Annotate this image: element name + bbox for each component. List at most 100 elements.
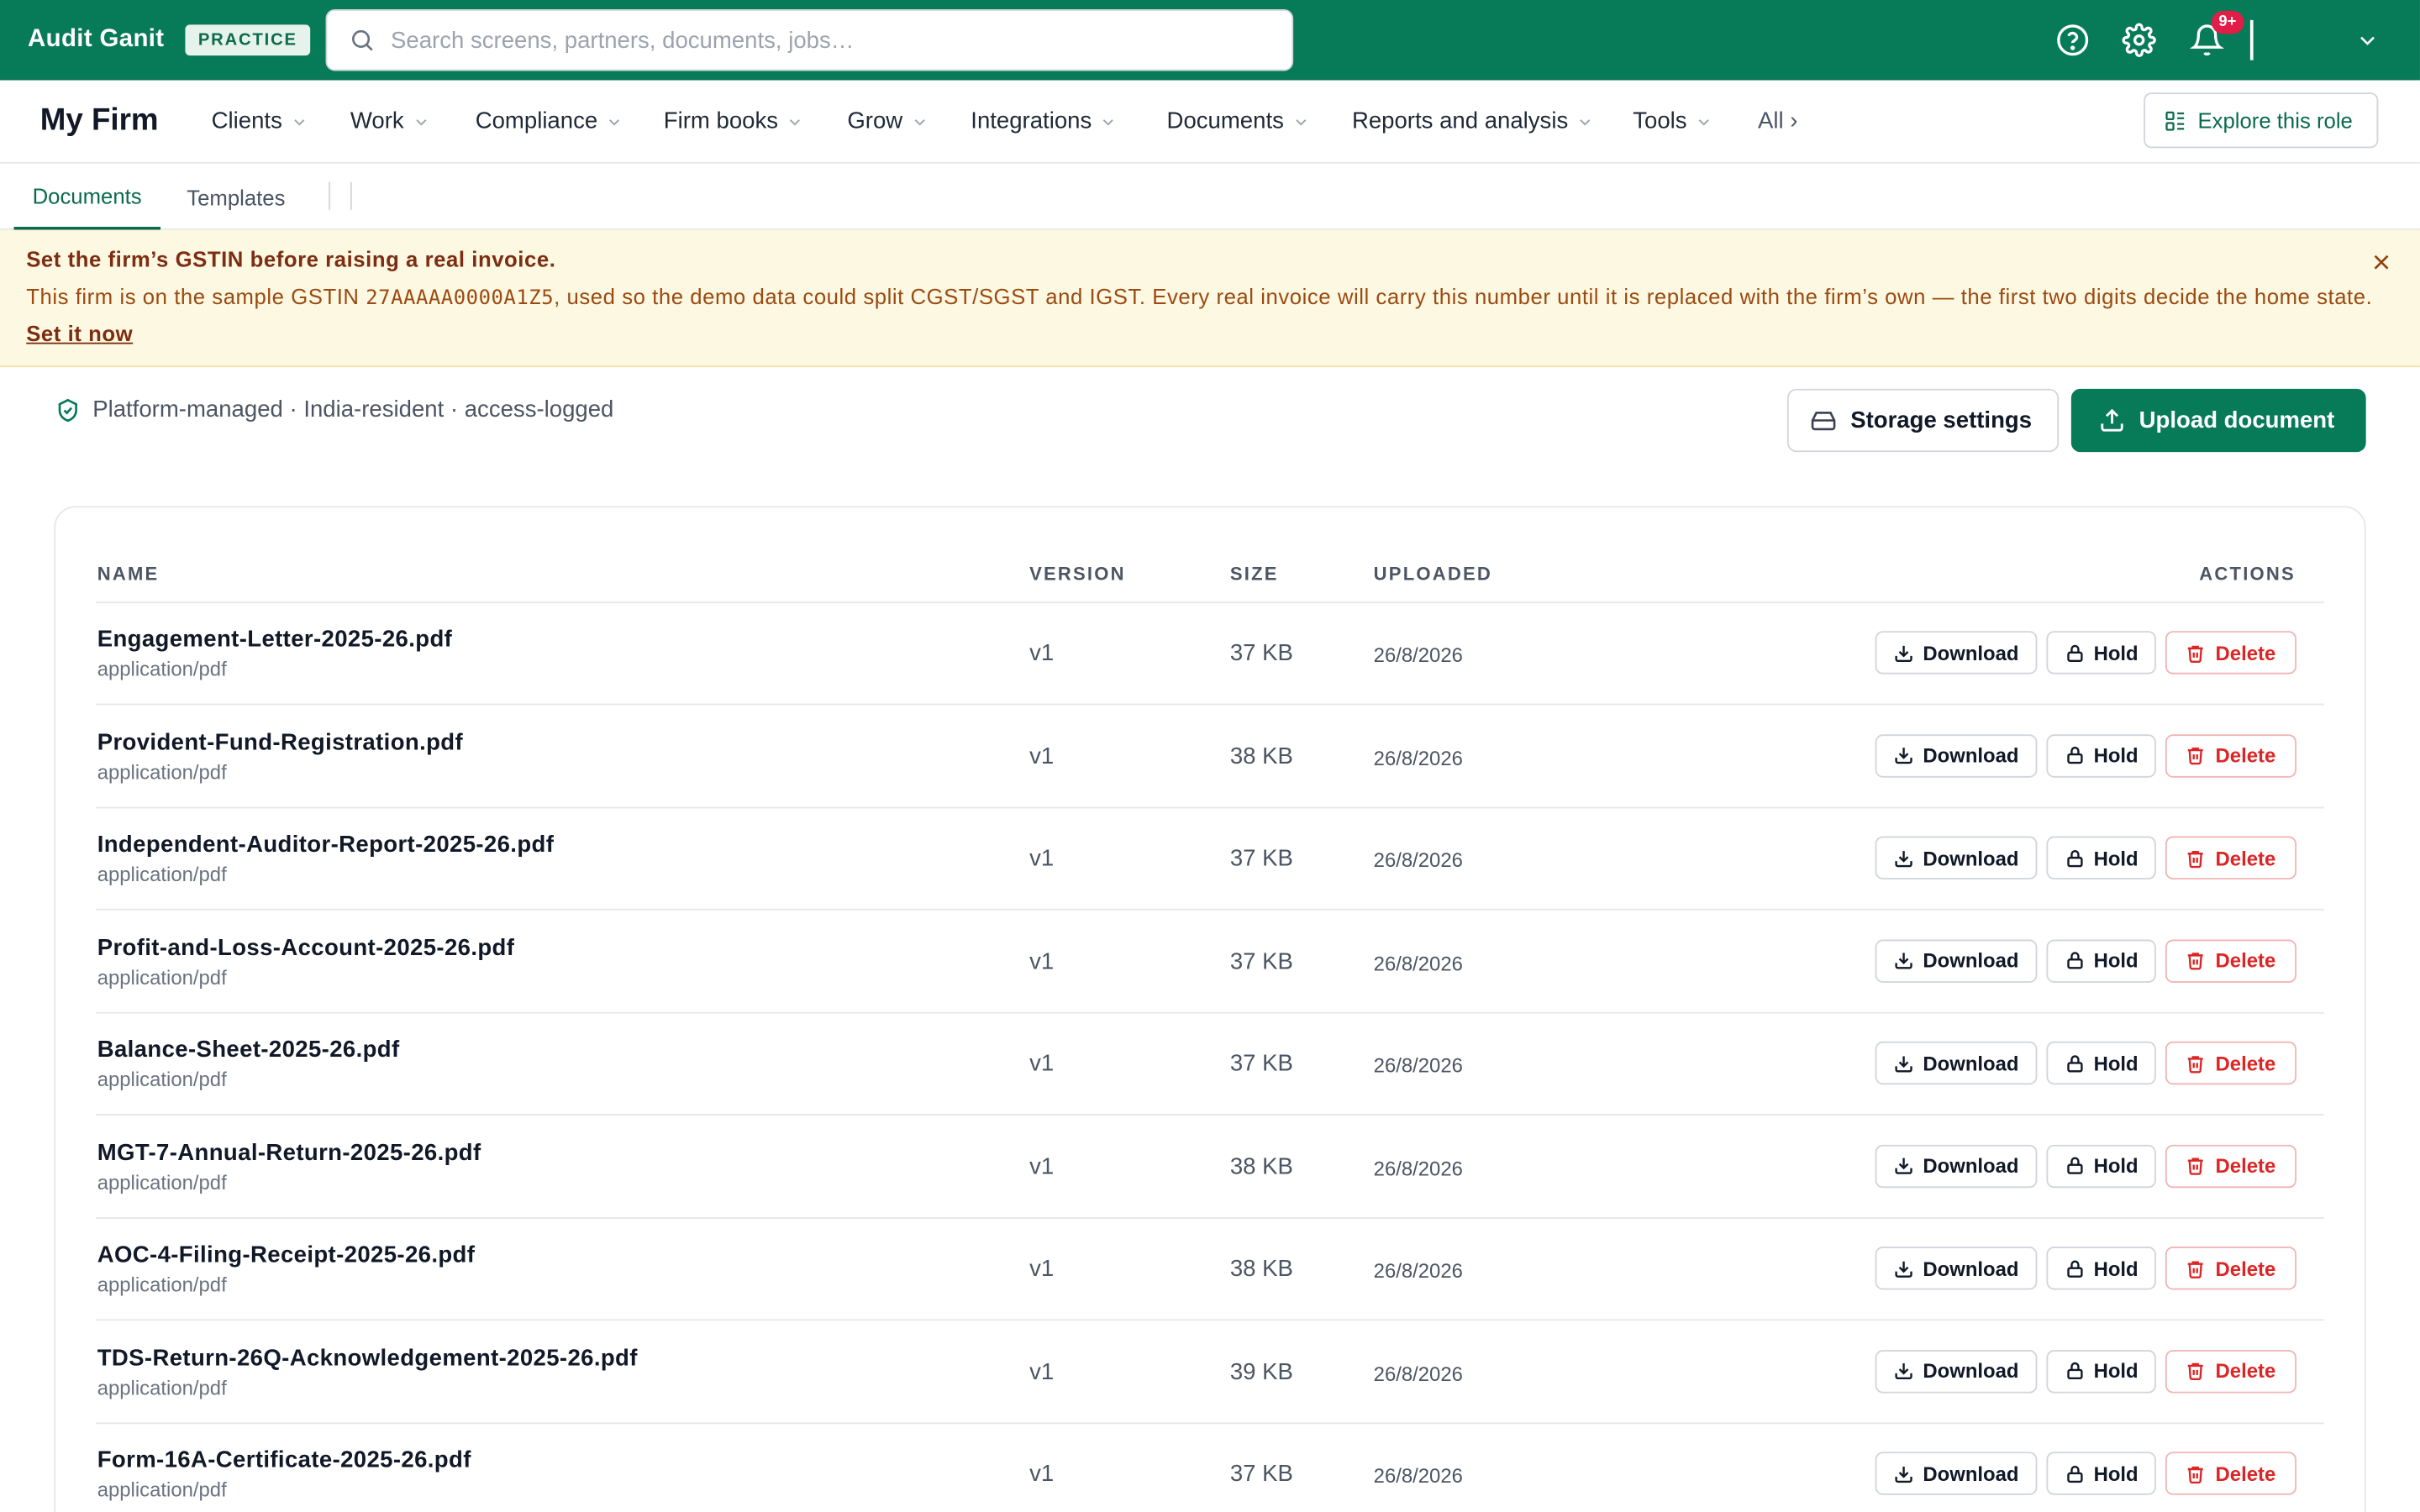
hold-button[interactable]: Hold	[2046, 733, 2156, 777]
upload-document-button[interactable]: Upload document	[2070, 388, 2366, 453]
gear-icon[interactable]	[2121, 22, 2158, 59]
set-gstin-link[interactable]: Set it now	[26, 321, 133, 345]
download-button[interactable]: Download	[1875, 1143, 2038, 1188]
table-row[interactable]: Form-16A-Certificate-2025-26.pdf applica…	[96, 1424, 2324, 1512]
hold-button[interactable]: Hold	[2046, 1349, 2156, 1393]
nav-compliance[interactable]: Compliance	[476, 108, 623, 134]
file-name[interactable]: Balance-Sheet-2025-26.pdf	[97, 1037, 400, 1063]
file-size: 37 KB	[1229, 948, 1293, 974]
table-row[interactable]: MGT-7-Annual-Return-2025-26.pdf applicat…	[95, 1116, 2325, 1219]
table-row[interactable]: Engagement-Letter-2025-26.pdf applicatio…	[95, 603, 2325, 706]
trash-icon	[2188, 747, 2204, 765]
storage-settings-button[interactable]: Storage settings	[1786, 388, 2060, 453]
table-row[interactable]: AOC-4-Filing-Receipt-2025-26.pdf applica…	[95, 1219, 2325, 1321]
delete-button[interactable]: Delete	[2165, 836, 2297, 879]
file-uploaded-date: 26/8/2026	[1373, 1156, 1463, 1180]
brand-logo[interactable]: Audit Ganit	[28, 26, 164, 54]
global-search[interactable]	[325, 9, 1294, 71]
file-size: 38 KB	[1229, 743, 1293, 769]
table-row[interactable]: TDS-Return-26Q-Acknowledgement-2025-26.p…	[95, 1321, 2325, 1424]
chevron-down-icon	[790, 118, 801, 125]
delete-button[interactable]: Delete	[2165, 1247, 2297, 1290]
download-label: Download	[1923, 641, 2019, 664]
table-row[interactable]: Independent-Auditor-Report-2025-26.pdf a…	[95, 808, 2325, 911]
firm-title[interactable]: My Firm	[40, 103, 159, 139]
delete-button[interactable]: Delete	[2165, 631, 2297, 675]
file-name-cell: Balance-Sheet-2025-26.pdf application/pd…	[97, 1037, 400, 1090]
nav-all[interactable]: All ›	[1758, 108, 1797, 134]
delete-button[interactable]: Delete	[2165, 1041, 2297, 1085]
table-row[interactable]: Balance-Sheet-2025-26.pdf application/pd…	[95, 1014, 2325, 1116]
download-icon	[1895, 1158, 1912, 1174]
file-name[interactable]: MGT-7-Annual-Return-2025-26.pdf	[97, 1139, 481, 1165]
explore-role-button[interactable]: Explore this role	[2144, 92, 2379, 149]
file-name[interactable]: Profit-and-Loss-Account-2025-26.pdf	[97, 934, 515, 960]
file-name[interactable]: TDS-Return-26Q-Acknowledgement-2025-26.p…	[97, 1345, 638, 1371]
file-size: 38 KB	[1229, 1256, 1293, 1283]
chevron-down-icon[interactable]	[2349, 22, 2386, 59]
table-row[interactable]: Provident-Fund-Registration.pdf applicat…	[95, 706, 2325, 808]
delete-button[interactable]: Delete	[2165, 938, 2297, 983]
search-icon	[352, 29, 373, 51]
table-row[interactable]: Profit-and-Loss-Account-2025-26.pdf appl…	[95, 911, 2325, 1013]
hold-button[interactable]: Hold	[2046, 1247, 2156, 1290]
hold-button[interactable]: Hold	[2046, 836, 2156, 879]
delete-button[interactable]: Delete	[2165, 1349, 2297, 1393]
header-size[interactable]: SIZE	[1230, 563, 1279, 585]
download-button[interactable]: Download	[1875, 733, 2038, 777]
nav-reports-and-analysis[interactable]: Reports and analysis	[1352, 108, 1593, 134]
file-name[interactable]: Independent-Auditor-Report-2025-26.pdf	[97, 832, 555, 858]
hold-button[interactable]: Hold	[2046, 1452, 2156, 1495]
header-version[interactable]: VERSION	[1029, 563, 1126, 585]
download-button[interactable]: Download	[1875, 631, 2038, 675]
nav-firm-books[interactable]: Firm books	[664, 108, 803, 134]
download-button[interactable]: Download	[1875, 1247, 2038, 1290]
tab-documents[interactable]: Documents	[13, 164, 160, 230]
close-icon[interactable]	[2370, 251, 2392, 273]
download-button[interactable]: Download	[1875, 1349, 2038, 1393]
upload-icon	[2101, 408, 2123, 432]
file-name-cell: Profit-and-Loss-Account-2025-26.pdf appl…	[97, 934, 515, 988]
delete-button[interactable]: Delete	[2165, 1143, 2297, 1188]
nav-integrations[interactable]: Integrations	[971, 108, 1116, 134]
download-label: Download	[1923, 1462, 2019, 1485]
file-version: v1	[1029, 845, 1055, 872]
nav-work[interactable]: Work	[350, 108, 429, 134]
header-name[interactable]: NAME	[97, 563, 160, 585]
delete-button[interactable]: Delete	[2165, 733, 2297, 777]
hold-button[interactable]: Hold	[2046, 1041, 2156, 1085]
file-name-cell: Engagement-Letter-2025-26.pdf applicatio…	[97, 627, 452, 680]
file-name[interactable]: AOC-4-Filing-Receipt-2025-26.pdf	[97, 1242, 476, 1268]
file-uploaded-date: 26/8/2026	[1373, 1258, 1463, 1283]
bell-icon[interactable]: 9+	[2188, 10, 2244, 59]
file-uploaded-date: 26/8/2026	[1373, 1361, 1463, 1385]
file-name[interactable]: Form-16A-Certificate-2025-26.pdf	[97, 1447, 471, 1473]
lock-icon	[2066, 1054, 2082, 1072]
hold-button[interactable]: Hold	[2046, 1143, 2156, 1188]
file-name[interactable]: Provident-Fund-Registration.pdf	[97, 729, 463, 755]
file-type: application/pdf	[97, 759, 227, 784]
file-name-cell: Provident-Fund-Registration.pdf applicat…	[97, 729, 463, 783]
download-icon	[1895, 644, 1912, 662]
nav-tools[interactable]: Tools	[1633, 108, 1712, 134]
file-name[interactable]: Engagement-Letter-2025-26.pdf	[97, 627, 452, 653]
header-uploaded[interactable]: UPLOADED	[1374, 563, 1492, 585]
tab-divider	[350, 181, 352, 210]
delete-button[interactable]: Delete	[2165, 1452, 2297, 1495]
hold-button[interactable]: Hold	[2046, 631, 2156, 675]
hold-button[interactable]: Hold	[2046, 938, 2156, 983]
search-input[interactable]	[391, 27, 1270, 54]
download-label: Download	[1923, 846, 2019, 869]
download-button[interactable]: Download	[1875, 938, 2038, 983]
download-button[interactable]: Download	[1875, 1452, 2038, 1495]
download-button[interactable]: Download	[1875, 836, 2038, 879]
download-button[interactable]: Download	[1875, 1041, 2038, 1085]
lock-icon	[2066, 1464, 2082, 1483]
nav-documents[interactable]: Documents	[1167, 108, 1309, 134]
nav-grow[interactable]: Grow	[847, 108, 927, 134]
nav-label: Tools	[1633, 108, 1687, 134]
nav-clients[interactable]: Clients	[212, 108, 308, 134]
tab-templates[interactable]: Templates	[168, 164, 303, 230]
help-icon[interactable]	[2054, 22, 2091, 59]
banner-title: Set the firm’s GSTIN before raising a re…	[26, 246, 556, 272]
